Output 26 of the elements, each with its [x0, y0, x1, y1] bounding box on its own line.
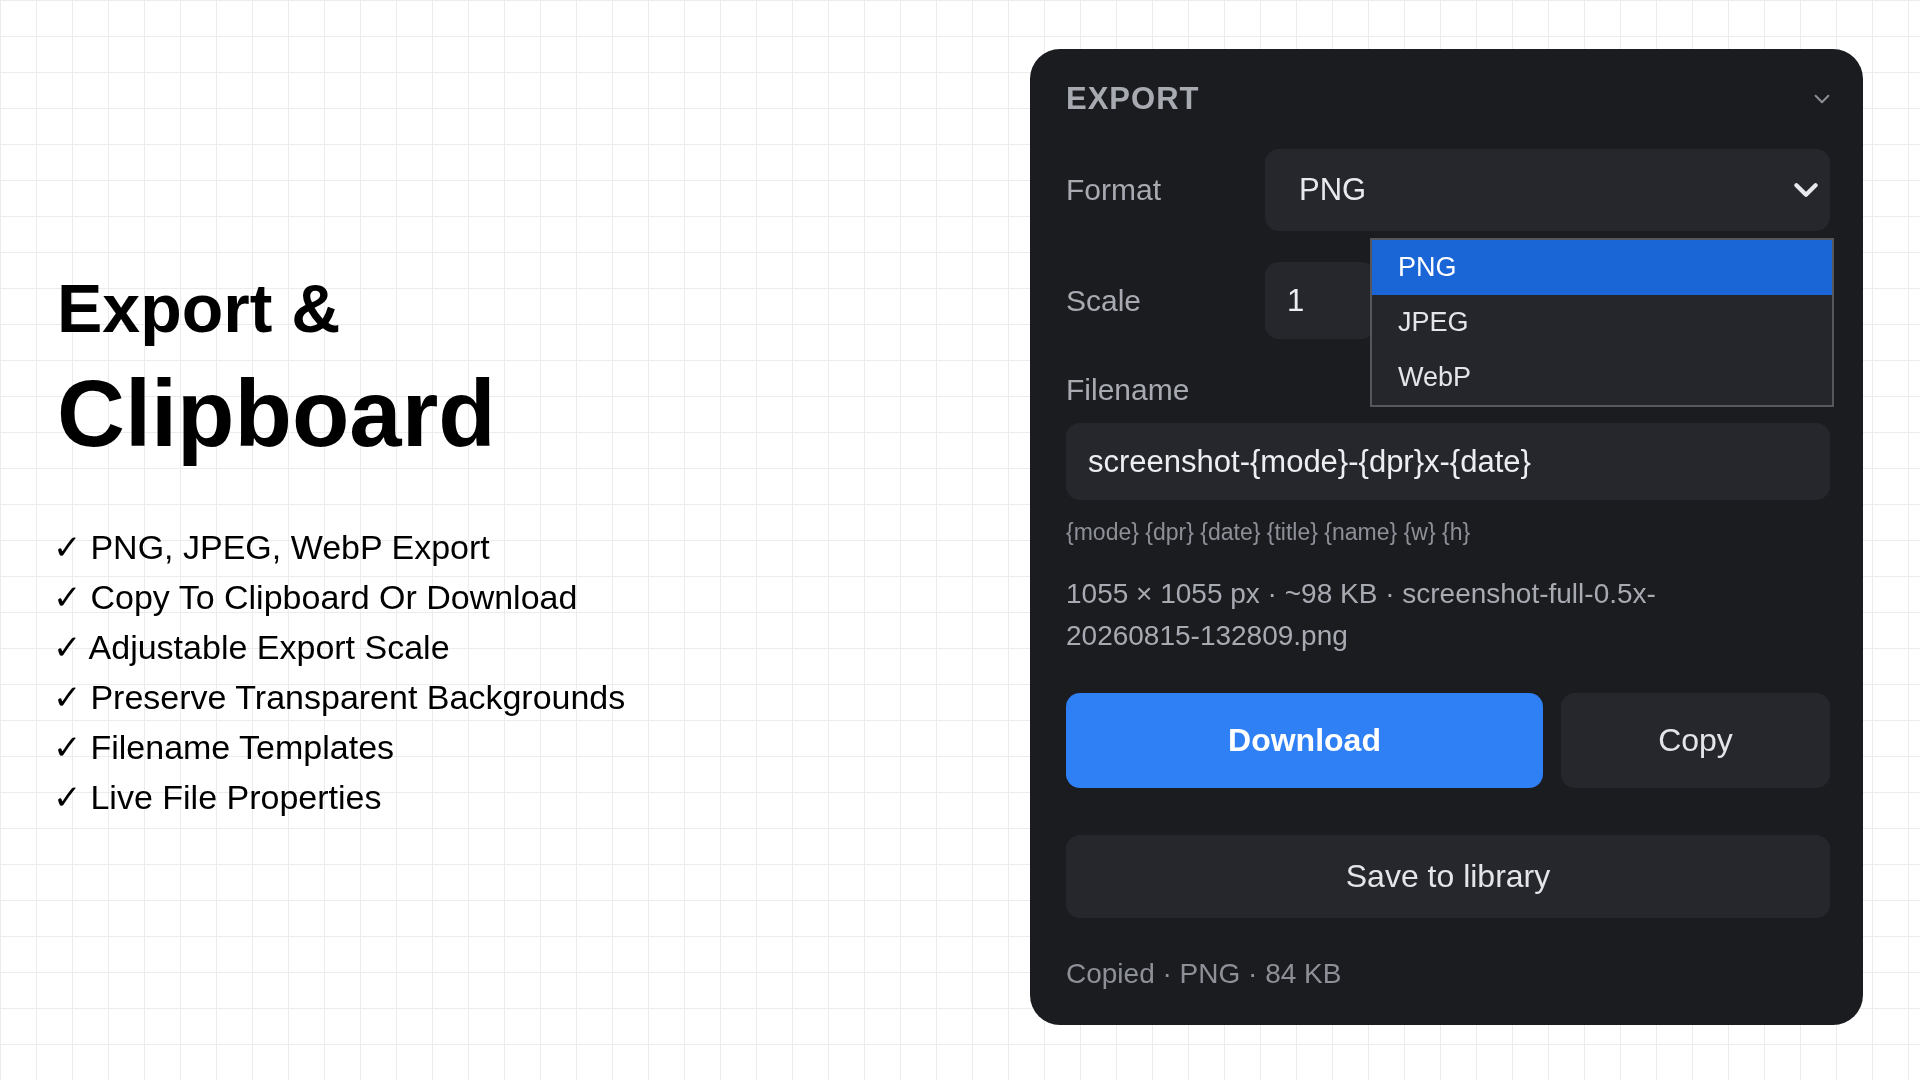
feature-item: ✓ PNG, JPEG, WebP Export: [53, 527, 491, 569]
dropdown-option[interactable]: WebP: [1372, 350, 1832, 405]
download-button[interactable]: Download: [1066, 693, 1543, 788]
dropdown-option[interactable]: PNG: [1372, 240, 1832, 295]
status-text: Copied · PNG · 84 KB: [1066, 958, 1343, 990]
dropdown-option[interactable]: JPEG: [1372, 295, 1832, 350]
feature-item: ✓ Live File Properties: [53, 777, 383, 819]
chevron-icon: [1814, 94, 1830, 104]
feature-item: ✓ Adjustable Export Scale: [53, 627, 451, 669]
field-label: Scale: [1066, 283, 1143, 318]
file-info: 1055 × 1055 px · ~98 KB · screenshot-full-0.5x-20260815-132809.png: [1066, 577, 1657, 653]
feature-item: ✓ Filename Templates: [53, 727, 396, 769]
chevron-icon: [1794, 182, 1818, 198]
field-label: Filename: [1066, 373, 1190, 407]
filename-field[interactable]: screenshot-{mode}-{dpr}x-{date}: [1066, 423, 1830, 500]
format-select[interactable]: PNG: [1265, 149, 1830, 231]
field-label: Format: [1066, 173, 1162, 207]
save-button[interactable]: Save to library: [1066, 835, 1830, 918]
feature-item: ✓ Copy To Clipboard Or Download: [53, 577, 579, 619]
feature-item: ✓ Preserve Transparent Backgrounds: [53, 677, 627, 719]
copy-button[interactable]: Copy: [1561, 693, 1830, 788]
panel-title: EXPORT: [1066, 81, 1200, 117]
template-hint: {mode} {dpr} {date} {title} {name} {w} {h}: [1066, 519, 1472, 546]
collapse-button[interactable]: [1814, 94, 1830, 104]
headline: Clipboard: [57, 359, 496, 468]
headline: Export &: [57, 269, 341, 348]
